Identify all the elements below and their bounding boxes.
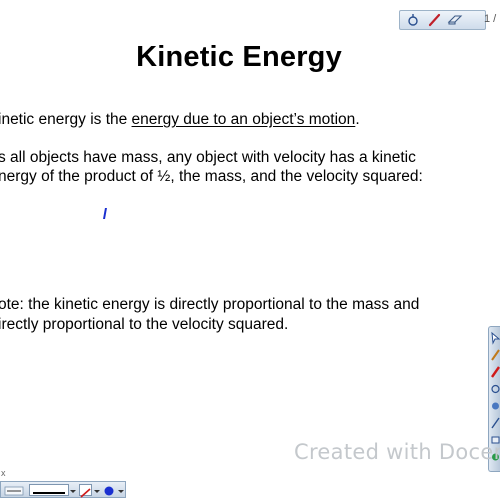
color-swatch-red[interactable] — [79, 484, 92, 498]
slide-title: Kinetic Energy — [136, 41, 342, 73]
chevron-down-icon[interactable] — [69, 484, 77, 496]
pen-style-toolbar — [0, 481, 126, 498]
annotation-toolbar — [399, 10, 486, 30]
select-tool-icon[interactable] — [490, 331, 500, 345]
statement-line-2: nergy of the product of ½, the mass, and… — [0, 168, 423, 185]
line-tool-icon[interactable] — [490, 416, 500, 430]
highlighter-tool-icon[interactable] — [490, 365, 500, 379]
definition-suffix: . — [355, 111, 360, 128]
watermark: Created with Docer — [294, 440, 500, 464]
corner-mark: x — [1, 468, 6, 478]
pen-style-icon[interactable] — [4, 484, 26, 496]
pointer-icon[interactable] — [404, 12, 422, 28]
pen-tool-icon[interactable] — [490, 348, 500, 362]
pen-icon[interactable] — [425, 12, 443, 28]
page-indicator: 1 / — [484, 13, 497, 25]
chevron-down-icon[interactable] — [117, 484, 125, 496]
line-width-select[interactable] — [29, 484, 69, 496]
eraser-icon[interactable] — [446, 12, 464, 28]
shape-tool-icon[interactable] — [490, 382, 500, 396]
text-tool-icon[interactable] — [490, 399, 500, 413]
statement-line-1: s all objects have mass, any object with… — [0, 149, 416, 166]
chevron-down-icon[interactable] — [93, 484, 101, 496]
note-line-2: irectly proportional to the velocity squ… — [0, 316, 289, 333]
definition-prefix: inetic energy is the — [0, 111, 132, 128]
definition-underlined: energy due to an object’s motion — [131, 111, 356, 128]
note-line-1: ote: the kinetic energy is directly prop… — [0, 296, 420, 313]
color-swatch-blue[interactable] — [103, 484, 115, 496]
ink-stroke — [103, 208, 109, 219]
definition-line: inetic energy is the energy due to an ob… — [0, 110, 360, 130]
slide-canvas[interactable]: 1 / Kinetic Energy inetic energy is the … — [0, 0, 500, 500]
